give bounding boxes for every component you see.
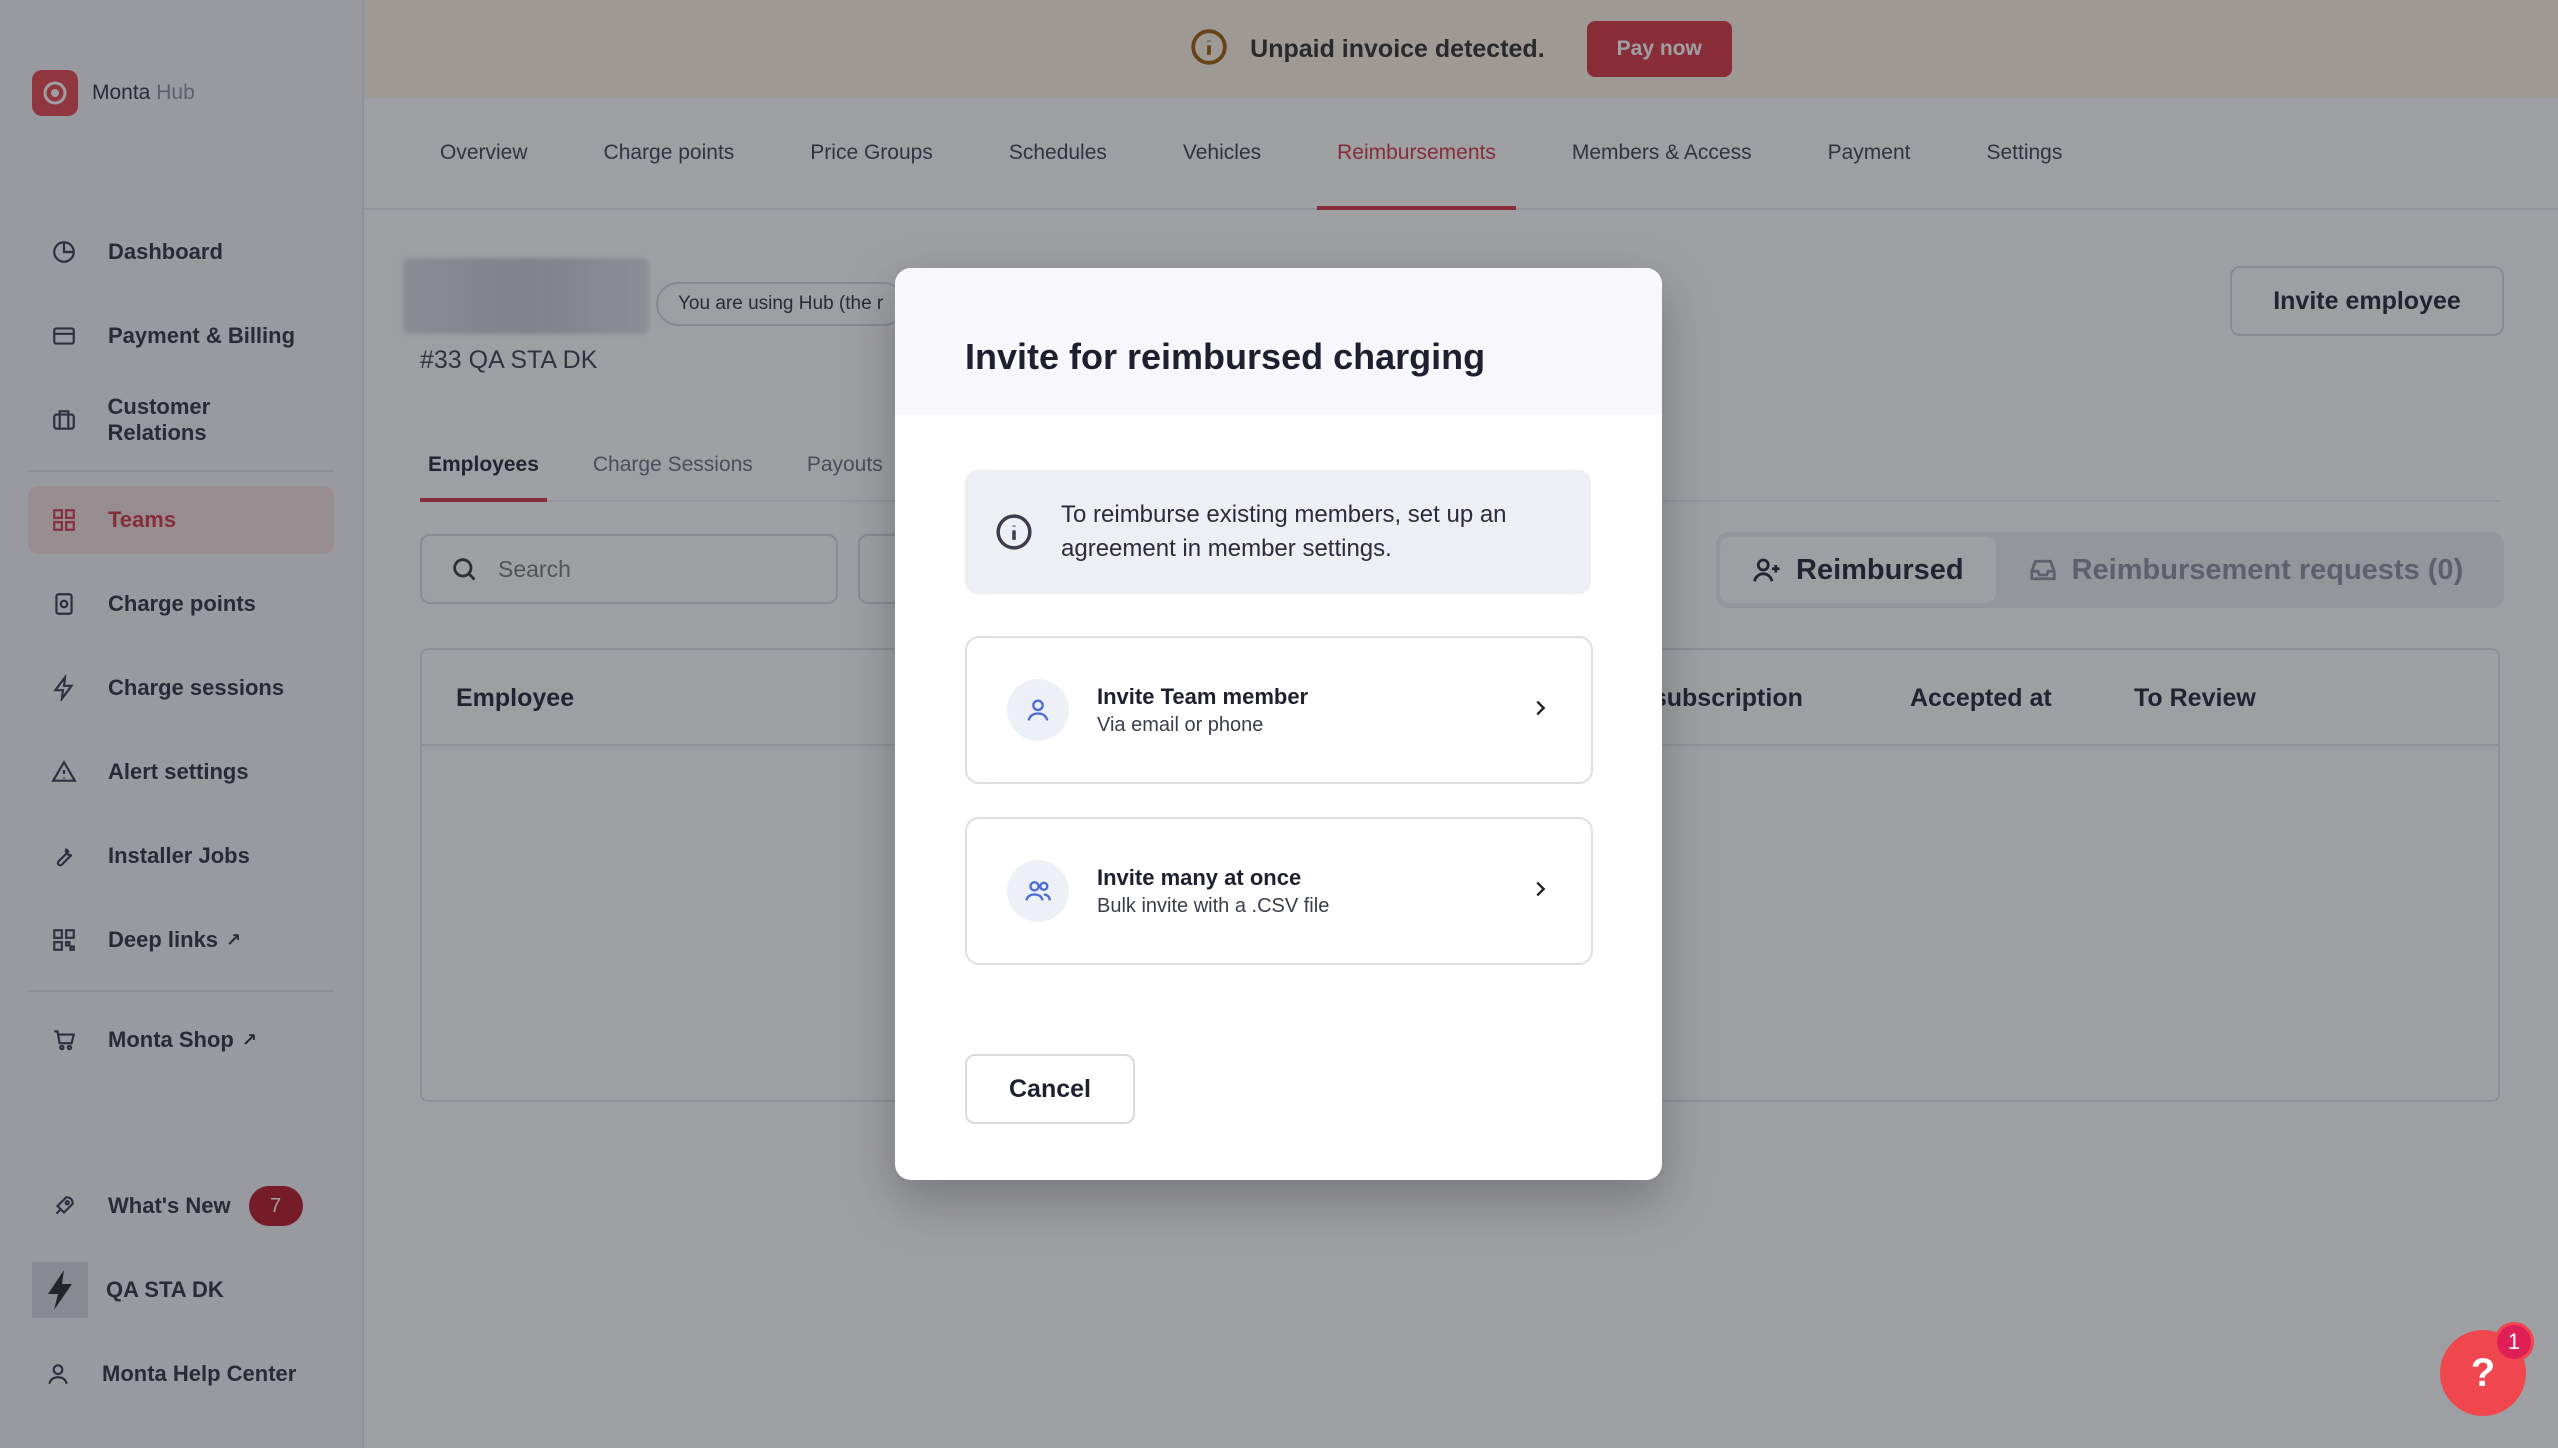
invite-reimbursed-modal: Invite for reimbursed charging To reimbu…	[895, 268, 1662, 1180]
help-notification-badge: 1	[2494, 1322, 2534, 1362]
info-circle-icon	[996, 514, 1032, 550]
option-subtitle: Via email or phone	[1097, 713, 1264, 736]
invite-many-option[interactable]: Invite many at once Bulk invite with a .…	[965, 817, 1593, 965]
modal-header: Invite for reimbursed charging	[895, 268, 1662, 414]
users-icon	[1007, 860, 1069, 922]
info-text: To reimburse existing members, set up an…	[1061, 501, 1507, 562]
question-icon: ?	[2470, 1350, 2496, 1395]
option-subtitle: Bulk invite with a .CSV file	[1097, 894, 1330, 917]
cancel-button[interactable]: Cancel	[965, 1054, 1135, 1124]
chevron-right-icon	[1529, 697, 1551, 724]
option-text: Invite many at once Bulk invite with a .…	[1097, 865, 1529, 918]
user-icon	[1007, 679, 1069, 741]
invite-team-member-option[interactable]: Invite Team member Via email or phone	[965, 636, 1593, 784]
info-box: To reimburse existing members, set up an…	[965, 470, 1591, 594]
option-title: Invite many at once	[1097, 864, 1302, 890]
modal-title: Invite for reimbursed charging	[965, 336, 1486, 377]
option-title: Invite Team member	[1097, 683, 1309, 709]
chevron-right-icon	[1529, 878, 1551, 905]
option-text: Invite Team member Via email or phone	[1097, 684, 1529, 737]
